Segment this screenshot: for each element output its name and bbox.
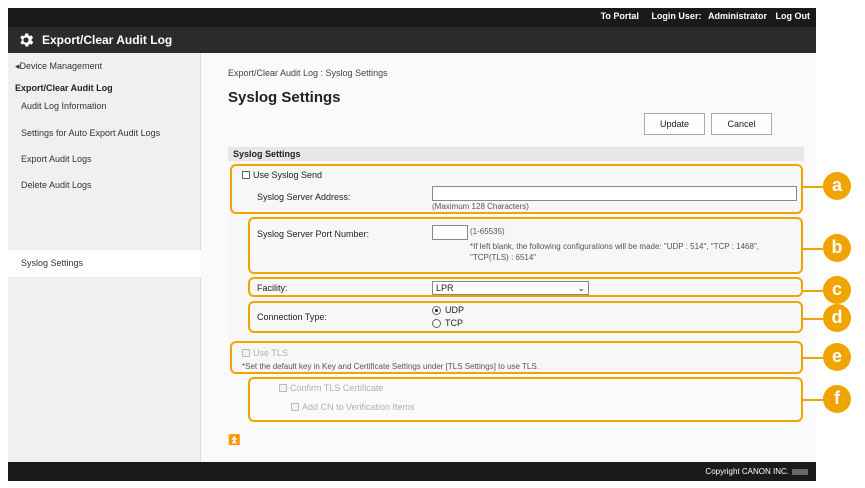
use-tls-label: Use TLS (253, 348, 288, 358)
use-tls-checkbox[interactable] (242, 349, 250, 357)
cancel-button[interactable]: Cancel (711, 113, 772, 135)
leader-line-f (803, 399, 823, 401)
section-header: Syslog Settings (228, 147, 804, 161)
facility-value: LPR (436, 283, 454, 293)
tcp-radio[interactable] (432, 319, 441, 328)
confirm-tls-label: Confirm TLS Certificate (290, 383, 384, 393)
callout-b: b (823, 234, 851, 262)
login-user-name: Administrator (707, 11, 767, 21)
callout-f: f (823, 385, 851, 413)
callout-c: c (823, 276, 851, 304)
title-bar: Export/Clear Audit Log (8, 27, 816, 53)
copyright-text: Copyright CANON INC. (705, 467, 808, 476)
breadcrumb: Export/Clear Audit Log : Syslog Settings (228, 68, 388, 78)
header-links: To Portal Login User: Administrator Log … (591, 11, 810, 21)
update-button[interactable]: Update (644, 113, 705, 135)
sidebar-section-title: Export/Clear Audit Log (15, 83, 113, 93)
chevron-down-icon: ⌄ (577, 283, 585, 293)
port-note-line-1: *If left blank, the following configurat… (470, 242, 759, 251)
back-label: Device Management (19, 61, 103, 71)
app-title: Export/Clear Audit Log (42, 33, 173, 47)
use-syslog-send-checkbox[interactable] (242, 171, 250, 179)
facility-label: Facility: (257, 283, 288, 293)
add-cn-checkbox[interactable] (291, 403, 299, 411)
udp-label: UDP (445, 305, 465, 315)
sidebar-back-link[interactable]: ◂Device Management (15, 61, 102, 72)
leader-line-a (803, 186, 823, 188)
callout-e: e (823, 343, 851, 371)
server-address-label: Syslog Server Address: (257, 192, 351, 202)
copyright-label: Copyright CANON INC. (705, 467, 789, 476)
footer: Copyright CANON INC. (8, 462, 816, 481)
port-input[interactable] (432, 225, 468, 240)
sidebar-item-audit-log-information[interactable]: Audit Log Information (21, 101, 107, 111)
callout-a: a (823, 172, 851, 200)
sidebar-item-delete-audit-logs[interactable]: Delete Audit Logs (21, 180, 92, 190)
leader-line-b (803, 248, 823, 250)
leader-line-c (803, 290, 823, 292)
connection-type-label: Connection Type: (257, 312, 327, 322)
callout-d: d (823, 304, 851, 332)
to-top-icon[interactable]: ⏫ (228, 435, 240, 446)
port-range-hint: (1-65535) (470, 227, 505, 236)
leader-line-e (803, 357, 823, 359)
sidebar-item-auto-export[interactable]: Settings for Auto Export Audit Logs (21, 128, 160, 138)
to-portal-link[interactable]: To Portal (601, 11, 639, 21)
udp-radio[interactable] (432, 306, 441, 315)
logout-link[interactable]: Log Out (776, 11, 811, 21)
server-address-input[interactable] (432, 186, 797, 201)
server-address-hint: (Maximum 128 Characters) (432, 202, 529, 211)
use-syslog-send-label: Use Syslog Send (253, 170, 323, 180)
port-label: Syslog Server Port Number: (257, 229, 370, 239)
login-user-label: Login User: (651, 11, 702, 21)
tcp-label: TCP (445, 318, 463, 328)
leader-line-d (803, 318, 823, 320)
top-bar: To Portal Login User: Administrator Log … (8, 8, 816, 27)
main-content: Export/Clear Audit Log : Syslog Settings… (201, 53, 816, 462)
add-cn-label: Add CN to Verification Items (302, 402, 415, 412)
page-title: Syslog Settings (228, 89, 341, 106)
sidebar: ◂Device Management Export/Clear Audit Lo… (8, 53, 201, 462)
gear-icon (20, 33, 34, 47)
logo-placeholder (792, 468, 808, 475)
facility-select[interactable]: LPR ⌄ (432, 281, 589, 295)
sidebar-item-syslog-settings[interactable]: Syslog Settings (21, 258, 83, 268)
port-note-line-2: "TCP(TLS) : 6514" (470, 253, 537, 262)
sidebar-item-export-audit-logs[interactable]: Export Audit Logs (21, 154, 92, 164)
tls-note: *Set the default key in Key and Certific… (242, 362, 539, 371)
highlight-box-d (248, 301, 803, 333)
confirm-tls-checkbox[interactable] (279, 384, 287, 392)
